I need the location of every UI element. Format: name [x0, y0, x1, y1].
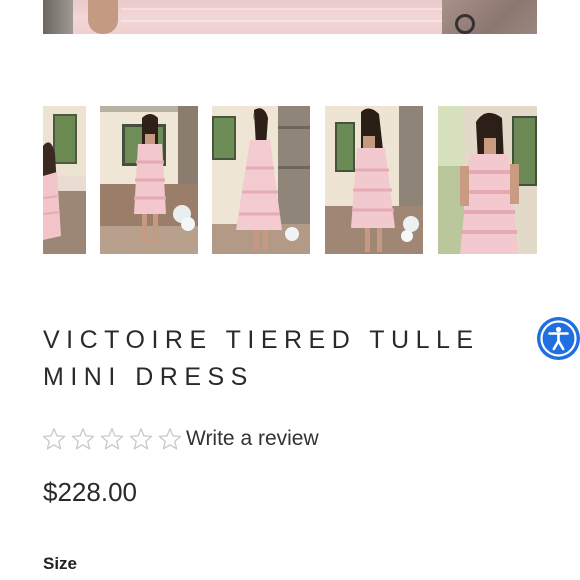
- star-outline-icon: [42, 428, 66, 450]
- thumbnail-strip: [0, 106, 580, 254]
- thumbnail-4[interactable]: [325, 106, 423, 254]
- review-row: Write a review: [41, 424, 319, 454]
- star-outline-icon: [100, 428, 124, 450]
- accessibility-button[interactable]: [537, 317, 580, 360]
- star-outline-icon: [158, 428, 182, 450]
- product-page: VICTOIRE TIERED TULLE MINI DRESS Write a…: [0, 0, 580, 580]
- product-title: VICTOIRE TIERED TULLE MINI DRESS: [43, 326, 480, 391]
- star-rating[interactable]: [41, 426, 183, 452]
- star-outline-icon: [129, 428, 153, 450]
- write-review-link[interactable]: Write a review: [186, 427, 319, 451]
- size-label: Size: [43, 554, 78, 573]
- accessibility-icon: [540, 320, 577, 357]
- thumbnail-1[interactable]: [43, 106, 86, 254]
- thumbnail-2[interactable]: [100, 106, 198, 254]
- star-outline-icon: [71, 428, 95, 450]
- product-price: $228.00: [43, 477, 137, 507]
- thumbnail-3[interactable]: [212, 106, 310, 254]
- main-product-image[interactable]: [43, 0, 537, 34]
- thumbnail-5[interactable]: [438, 106, 537, 254]
